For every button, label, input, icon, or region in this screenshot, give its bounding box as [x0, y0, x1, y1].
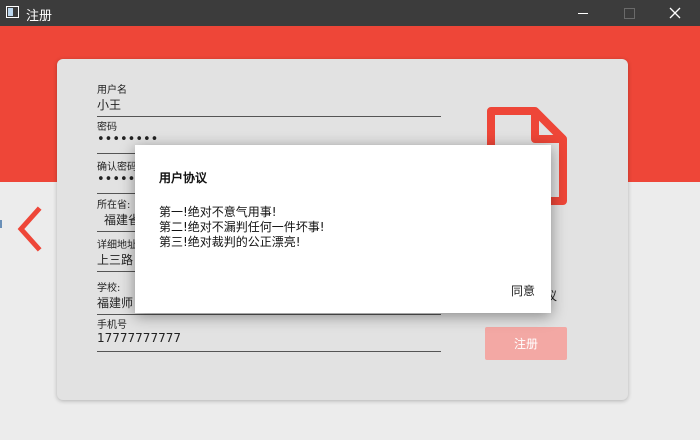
- agreement-dialog: 用户协议 第一!绝对不意气用事! 第二!绝对不漏判任何一件坏事! 第三!绝对裁判…: [135, 145, 551, 313]
- maximize-button[interactable]: [606, 0, 652, 26]
- agree-button[interactable]: 同意: [509, 280, 537, 301]
- agreement-line: 第二!绝对不漏判任何一件坏事!: [159, 220, 325, 234]
- title-bar: 注册: [0, 0, 700, 26]
- close-icon: [669, 7, 681, 19]
- minimize-icon: [578, 12, 588, 14]
- window-title: 注册: [26, 9, 53, 24]
- agreement-line: 第一!绝对不意气用事!: [159, 205, 277, 219]
- app-icon: [6, 6, 19, 18]
- dialog-body: 第一!绝对不意气用事! 第二!绝对不漏判任何一件坏事! 第三!绝对裁判的公正漂亮…: [159, 205, 325, 250]
- dialog-title: 用户协议: [159, 171, 208, 185]
- close-button[interactable]: [652, 0, 698, 26]
- maximize-icon: [623, 7, 635, 19]
- minimize-button[interactable]: [560, 0, 606, 26]
- agreement-line: 第三!绝对裁判的公正漂亮!: [159, 235, 301, 249]
